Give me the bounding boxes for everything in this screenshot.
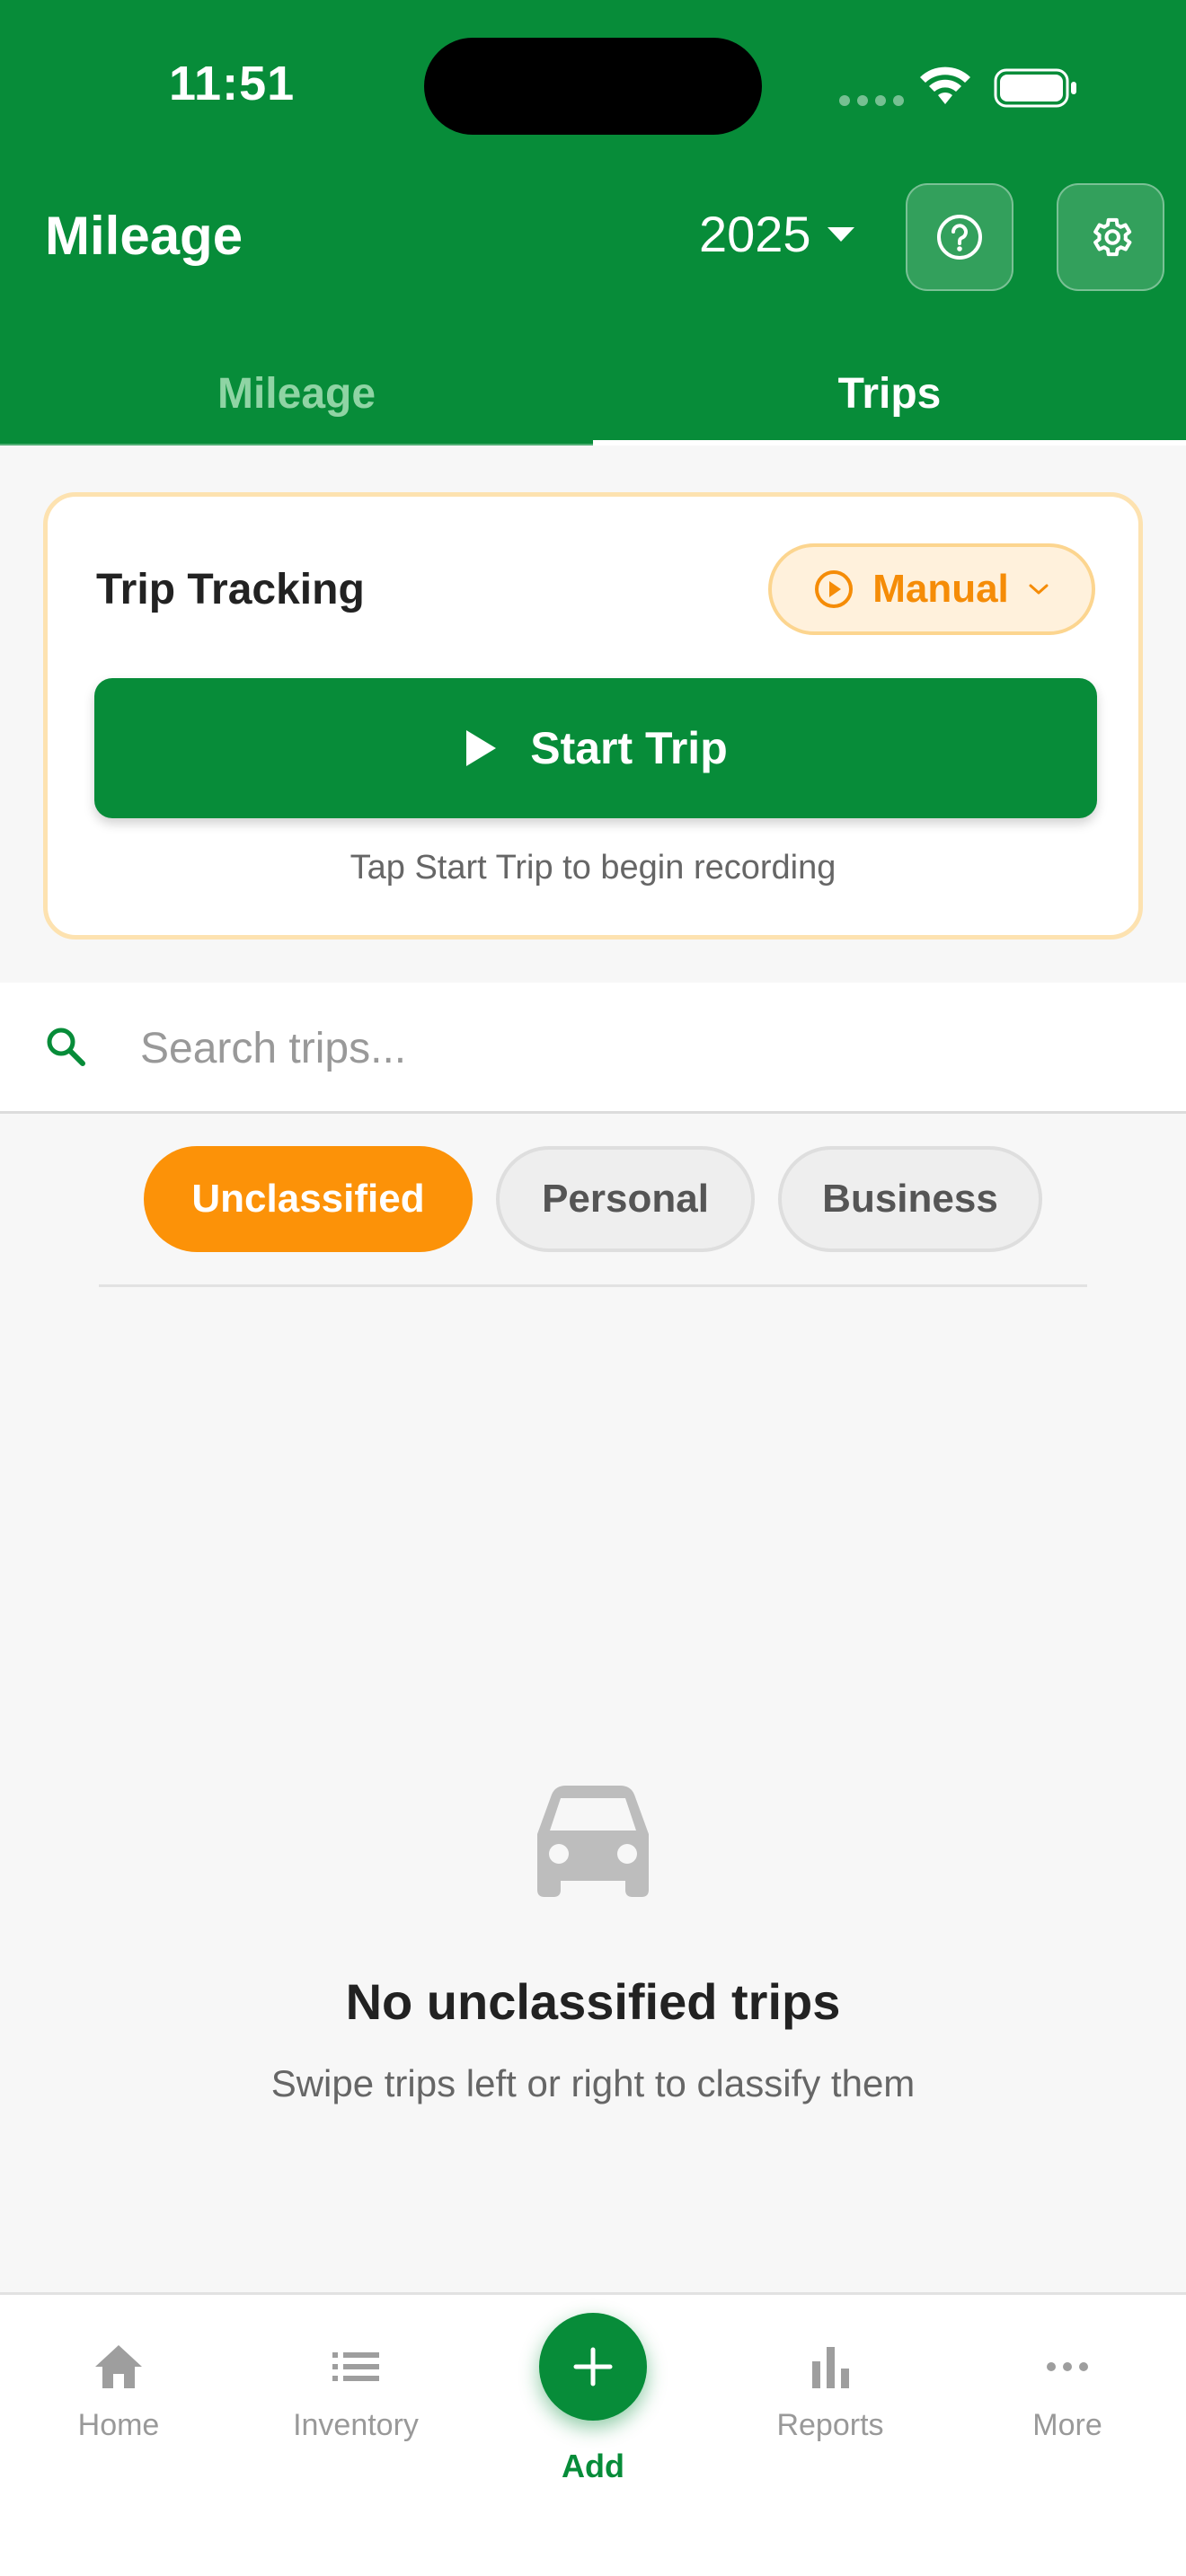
page-title: Mileage (45, 206, 243, 266)
more-horizontal-icon (1047, 2362, 1088, 2371)
help-button[interactable] (906, 183, 1013, 291)
nav-item-more[interactable]: More (969, 2342, 1166, 2443)
chevron-down-icon (1029, 584, 1049, 595)
trip-tracking-card: Trip Tracking Manual Start Trip Tap Star… (43, 492, 1143, 940)
empty-state-subtitle: Swipe trips left or right to classify th… (270, 2062, 916, 2104)
nav-label-add: Add (562, 2448, 624, 2484)
help-circle-icon (937, 215, 982, 260)
settings-button[interactable] (1057, 183, 1164, 291)
tab-mileage[interactable]: Mileage (0, 341, 593, 446)
trip-tracking-title: Trip Tracking (96, 566, 365, 613)
list-icon (332, 2352, 379, 2381)
nav-item-inventory[interactable]: Inventory (257, 2342, 455, 2443)
nav-label-more: More (1032, 2408, 1102, 2442)
nav-label-home: Home (77, 2408, 160, 2442)
filter-chip-personal[interactable]: Personal (496, 1146, 755, 1252)
bar-chart-icon (812, 2347, 849, 2388)
nav-label-reports: Reports (776, 2408, 884, 2442)
status-time: 11:51 (169, 57, 296, 110)
app-header: 11:51 Mileage 2025 Mileage Trips (0, 0, 1186, 446)
nav-label-inventory: Inventory (293, 2408, 419, 2442)
home-icon (95, 2345, 142, 2388)
tab-trips[interactable]: Trips (593, 341, 1186, 446)
play-icon (466, 730, 497, 766)
year-value: 2025 (699, 206, 811, 262)
dynamic-island (424, 38, 762, 135)
play-circle-icon (815, 570, 854, 608)
start-trip-label: Start Trip (530, 723, 728, 773)
cellular-signal-icon (839, 95, 904, 106)
search-input[interactable] (140, 1019, 1128, 1078)
battery-icon (994, 68, 1076, 108)
plus-icon (573, 2347, 613, 2386)
wifi-icon (920, 66, 970, 104)
nav-item-reports[interactable]: Reports (731, 2342, 929, 2443)
add-button[interactable] (539, 2313, 647, 2421)
bottom-nav: Home Inventory Add Reports More (0, 2292, 1186, 2576)
year-selector[interactable]: 2025 (699, 205, 854, 263)
tracking-mode-dropdown[interactable]: Manual (768, 543, 1095, 635)
nav-item-home[interactable]: Home (20, 2342, 217, 2443)
tab-bar: Mileage Trips (0, 341, 1186, 446)
car-icon (537, 1786, 649, 1897)
empty-state-title: No unclassified trips (345, 1973, 841, 2030)
tracking-mode-label: Manual (872, 567, 1009, 611)
filter-chip-unclassified[interactable]: Unclassified (144, 1146, 473, 1252)
start-trip-button[interactable]: Start Trip (94, 678, 1097, 818)
search-icon (47, 1028, 85, 1066)
tracking-hint: Tap Start Trip to begin recording (350, 849, 836, 887)
filter-divider (99, 1284, 1087, 1287)
filter-chip-business[interactable]: Business (778, 1146, 1042, 1252)
search-bar (0, 983, 1186, 1114)
chevron-down-icon (827, 226, 854, 242)
gear-icon (1093, 217, 1132, 257)
classification-filter: Unclassified Personal Business (0, 1146, 1186, 1252)
